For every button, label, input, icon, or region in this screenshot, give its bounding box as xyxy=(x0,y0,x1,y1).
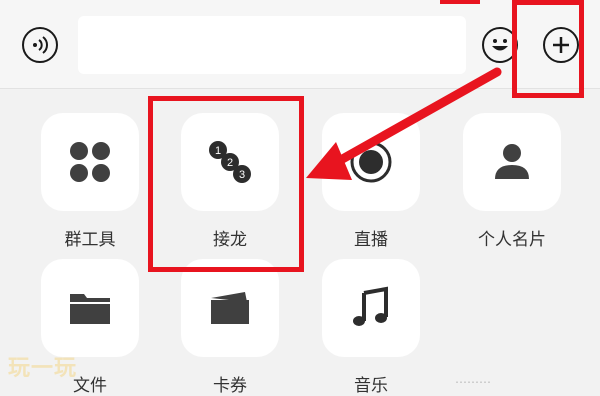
arrow-overlay xyxy=(306,67,502,180)
arrow-line xyxy=(325,67,502,171)
watermark-logo: 玩一玩 xyxy=(8,356,78,381)
footnote-text: ……… xyxy=(455,372,491,386)
